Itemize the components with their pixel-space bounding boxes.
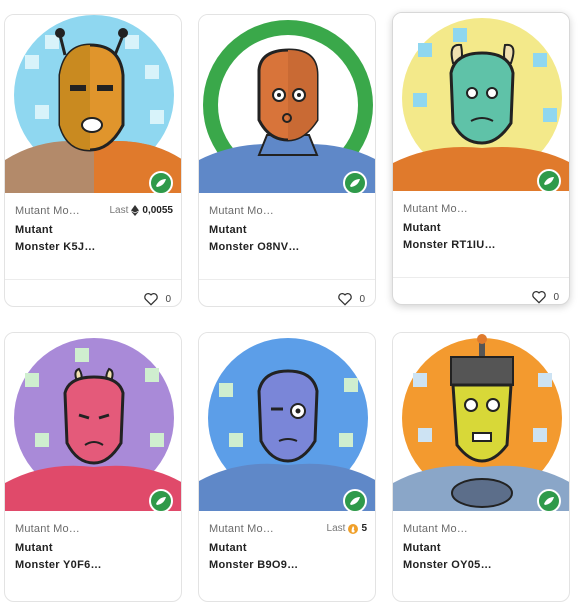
nft-name-line1[interactable]: Mutant bbox=[209, 224, 365, 236]
collection-name[interactable]: Mutant Mo… bbox=[15, 523, 171, 535]
nft-name-line2[interactable]: Monster B9O9… bbox=[209, 559, 365, 571]
heart-icon[interactable] bbox=[337, 292, 353, 306]
nft-name-line1[interactable]: Mutant bbox=[403, 542, 559, 554]
collection-name[interactable]: Mutant Mo… bbox=[403, 523, 559, 535]
eth-icon bbox=[131, 205, 140, 216]
verified-badge-icon bbox=[149, 171, 173, 193]
like-count: 0 bbox=[553, 291, 559, 303]
like-count: 0 bbox=[165, 293, 171, 305]
nft-name-line1[interactable]: Mutant bbox=[15, 224, 171, 236]
last-price: Last 0,0055 bbox=[109, 205, 173, 216]
verified-badge-icon bbox=[537, 489, 561, 511]
nft-card[interactable]: Mutant Mo… Last 0,0055 Mutant Monster K5… bbox=[4, 14, 182, 307]
like-count: 0 bbox=[359, 293, 365, 305]
verified-badge-icon bbox=[537, 169, 561, 191]
nft-name-line2[interactable]: Monster OY05… bbox=[403, 559, 559, 571]
collection-name[interactable]: Mutant Mo… bbox=[209, 205, 365, 217]
last-price: Last 5 bbox=[326, 523, 367, 534]
nft-name-line2[interactable]: Monster RT1IU… bbox=[403, 239, 559, 251]
nft-name-line1[interactable]: Mutant bbox=[15, 542, 171, 554]
nft-name-line2[interactable]: Monster Y0F6… bbox=[15, 559, 171, 571]
verified-badge-icon bbox=[343, 171, 367, 193]
nft-artwork[interactable] bbox=[393, 13, 569, 191]
heart-icon[interactable] bbox=[531, 290, 547, 304]
nft-artwork[interactable] bbox=[393, 333, 569, 511]
nft-artwork[interactable] bbox=[199, 15, 375, 193]
nft-artwork[interactable] bbox=[5, 333, 181, 511]
nft-card[interactable]: Mutant Mo… Mutant Monster O8NV… 0 bbox=[198, 14, 376, 307]
heart-icon[interactable] bbox=[143, 292, 159, 306]
nft-name-line1[interactable]: Mutant bbox=[209, 542, 365, 554]
nft-name-line2[interactable]: Monster K5J… bbox=[15, 241, 171, 253]
collection-name[interactable]: Mutant Mo… bbox=[403, 203, 559, 215]
nft-artwork[interactable] bbox=[199, 333, 375, 511]
nft-name-line2[interactable]: Monster O8NV… bbox=[209, 241, 365, 253]
verified-badge-icon bbox=[149, 489, 173, 511]
flame-coin-icon bbox=[348, 523, 359, 534]
verified-badge-icon bbox=[343, 489, 367, 511]
nft-card[interactable]: Mutant Mo… Last 5 Mutant Monster B9O9… bbox=[198, 332, 376, 602]
nft-card[interactable]: Mutant Mo… Mutant Monster OY05… bbox=[392, 332, 570, 602]
nft-artwork[interactable] bbox=[5, 15, 181, 193]
nft-card[interactable]: Mutant Mo… Mutant Monster RT1IU… 0 bbox=[392, 12, 570, 305]
nft-name-line1[interactable]: Mutant bbox=[403, 222, 559, 234]
nft-card[interactable]: Mutant Mo… Mutant Monster Y0F6… bbox=[4, 332, 182, 602]
